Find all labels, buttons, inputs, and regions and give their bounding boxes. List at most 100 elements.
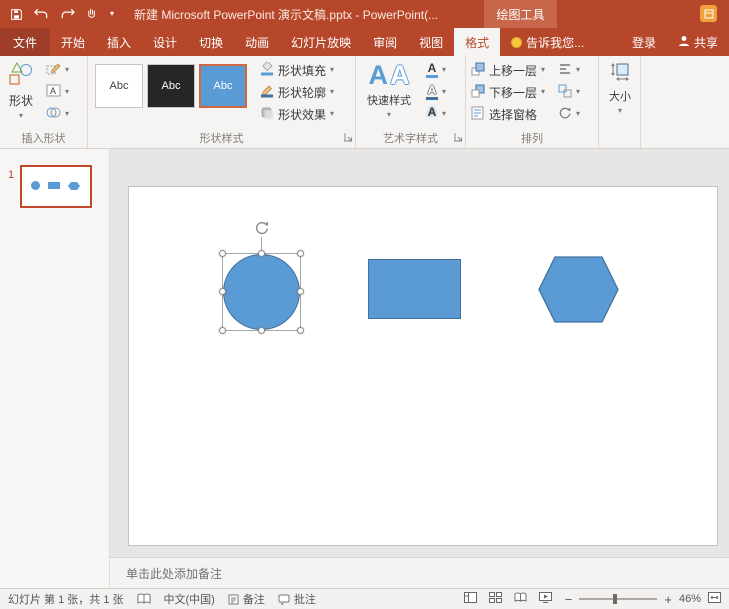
resize-handle-s[interactable] xyxy=(258,327,265,334)
dropdown-arrow-icon: ▾ xyxy=(19,112,23,120)
normal-view-icon[interactable] xyxy=(464,592,477,606)
zoom-out-button[interactable]: − xyxy=(565,593,573,606)
selection-pane-icon xyxy=(471,106,485,123)
shape-effects-button[interactable]: 形状效果 ▾ xyxy=(260,104,334,124)
sign-in-button[interactable]: 登录 xyxy=(621,28,667,56)
text-effects-button[interactable]: A ▾ xyxy=(426,104,446,124)
rectangle-shape[interactable] xyxy=(368,259,461,319)
tab-file[interactable]: 文件 xyxy=(0,28,50,56)
undo-icon[interactable] xyxy=(34,8,49,20)
size-button[interactable]: 大小 ▾ xyxy=(601,58,639,138)
drawing-tools-context-tab: 绘图工具 xyxy=(484,0,557,28)
rotate-button[interactable]: ▾ xyxy=(558,104,580,124)
resize-handle-ne[interactable] xyxy=(297,250,304,257)
window-title: 新建 Microsoft PowerPoint 演示文稿.pptx - Powe… xyxy=(134,6,438,23)
dropdown-arrow-icon: ▾ xyxy=(541,66,545,74)
tab-slideshow[interactable]: 幻灯片放映 xyxy=(280,28,362,56)
redo-icon[interactable] xyxy=(60,8,75,20)
wordart-dialog-launcher-icon[interactable] xyxy=(454,131,463,145)
resize-handle-sw[interactable] xyxy=(219,327,226,334)
shape-style-option-black[interactable]: Abc xyxy=(147,64,195,108)
shape-style-gallery: Abc Abc Abc xyxy=(95,64,247,108)
tab-format-active[interactable]: 格式 xyxy=(454,28,500,56)
slide-thumbnail-selected[interactable] xyxy=(20,165,92,208)
proofing-icon[interactable] xyxy=(137,593,151,605)
hexagon-shape[interactable] xyxy=(538,256,619,323)
group-objects-button[interactable]: ▾ xyxy=(558,82,580,102)
shape-style-option-white[interactable]: Abc xyxy=(95,64,143,108)
resize-handle-w[interactable] xyxy=(219,288,226,295)
notes-placeholder: 单击此处添加备注 xyxy=(126,565,222,582)
zoom-slider-thumb[interactable] xyxy=(613,594,617,604)
share-button[interactable]: 共享 xyxy=(667,28,729,56)
zoom-level[interactable]: 46% xyxy=(679,593,701,605)
zoom-in-button[interactable]: + xyxy=(664,593,672,606)
dropdown-arrow-icon: ▾ xyxy=(442,88,446,96)
tab-design[interactable]: 设计 xyxy=(142,28,188,56)
language-indicator[interactable]: 中文(中国) xyxy=(164,591,215,607)
align-button[interactable]: ▾ xyxy=(558,60,580,80)
shape-fill-button[interactable]: 形状填充 ▾ xyxy=(260,60,334,80)
selection-pane-button[interactable]: 选择窗格 xyxy=(471,104,537,124)
ribbon-tab-row: 文件 开始 插入 设计 切换 动画 幻灯片放映 审阅 视图 格式 告诉我您...… xyxy=(0,28,729,56)
edit-shape-button[interactable]: ▾ xyxy=(46,60,69,80)
tab-tell-me[interactable]: 告诉我您... xyxy=(500,28,595,56)
dropdown-arrow-icon: ▾ xyxy=(330,110,334,118)
tab-transitions[interactable]: 切换 xyxy=(188,28,234,56)
resize-handle-nw[interactable] xyxy=(219,250,226,257)
tab-review[interactable]: 审阅 xyxy=(362,28,408,56)
text-box-button[interactable]: A ▾ xyxy=(46,82,69,102)
text-effects-icon: A xyxy=(426,106,438,122)
group-label-insert-shapes: 插入形状 xyxy=(0,130,87,146)
notes-toggle[interactable]: 备注 xyxy=(228,591,265,607)
touch-mode-icon[interactable] xyxy=(86,8,99,21)
ribbon-display-options-icon[interactable] xyxy=(700,5,717,22)
bring-forward-button[interactable]: 上移一层 ▾ xyxy=(471,60,545,80)
tab-view[interactable]: 视图 xyxy=(408,28,454,56)
comments-toggle[interactable]: 批注 xyxy=(278,591,316,607)
resize-handle-e[interactable] xyxy=(297,288,304,295)
tab-animations[interactable]: 动画 xyxy=(234,28,280,56)
tab-home[interactable]: 开始 xyxy=(50,28,96,56)
send-backward-button[interactable]: 下移一层 ▾ xyxy=(471,82,545,102)
dropdown-arrow-icon: ▾ xyxy=(442,66,446,74)
merge-shapes-button[interactable]: ▾ xyxy=(46,104,69,124)
shape-fill-icon xyxy=(260,62,274,79)
rotate-icon xyxy=(558,106,572,123)
slideshow-view-icon[interactable] xyxy=(539,592,552,606)
notes-pane[interactable]: 单击此处添加备注 xyxy=(110,557,729,588)
resize-handle-n[interactable] xyxy=(258,250,265,257)
dropdown-arrow-icon: ▾ xyxy=(387,111,391,119)
thumb-ellipse xyxy=(31,181,40,190)
shape-style-option-blue-selected[interactable]: Abc xyxy=(199,64,247,108)
tab-insert[interactable]: 插入 xyxy=(96,28,142,56)
align-icon xyxy=(558,62,572,79)
rotate-handle-icon[interactable] xyxy=(254,220,270,239)
save-icon[interactable] xyxy=(10,8,23,21)
text-fill-button[interactable]: A ▾ xyxy=(426,60,446,80)
zoom-slider[interactable] xyxy=(579,598,657,600)
qat-dropdown-arrow-icon[interactable]: ▾ xyxy=(110,10,114,18)
shapes-button[interactable]: 形状 ▾ xyxy=(3,58,39,130)
zoom-controls: − + 46% xyxy=(565,592,721,606)
resize-handle-se[interactable] xyxy=(297,327,304,334)
shape-styles-dialog-launcher-icon[interactable] xyxy=(344,131,353,145)
text-outline-button[interactable]: A ▾ xyxy=(426,82,446,102)
edit-shape-icon xyxy=(46,61,61,79)
slide-sorter-view-icon[interactable] xyxy=(489,592,502,606)
reading-view-icon[interactable] xyxy=(514,592,527,606)
dropdown-arrow-icon: ▾ xyxy=(65,88,69,96)
fit-to-window-icon[interactable] xyxy=(708,592,721,606)
group-arrange: 上移一层 ▾ 下移一层 ▾ 选择窗格 ▾ xyxy=(466,56,599,148)
group-size: 大小 ▾ xyxy=(599,56,641,148)
powerpoint-window: ▾ 新建 Microsoft PowerPoint 演示文稿.pptx - Po… xyxy=(0,0,729,609)
person-icon xyxy=(678,35,690,50)
text-outline-icon: A xyxy=(426,84,438,100)
dropdown-arrow-icon: ▾ xyxy=(541,88,545,96)
slide-canvas[interactable] xyxy=(128,186,718,546)
status-bar: 幻灯片 第 1 张，共 1 张 中文(中国) 备注 批注 xyxy=(0,588,729,609)
quick-styles-button[interactable]: AA 快速样式 ▾ xyxy=(360,58,418,130)
group-objects-icon xyxy=(558,84,572,101)
shape-outline-button[interactable]: 形状轮廓 ▾ xyxy=(260,82,334,102)
dropdown-arrow-icon: ▾ xyxy=(330,88,334,96)
